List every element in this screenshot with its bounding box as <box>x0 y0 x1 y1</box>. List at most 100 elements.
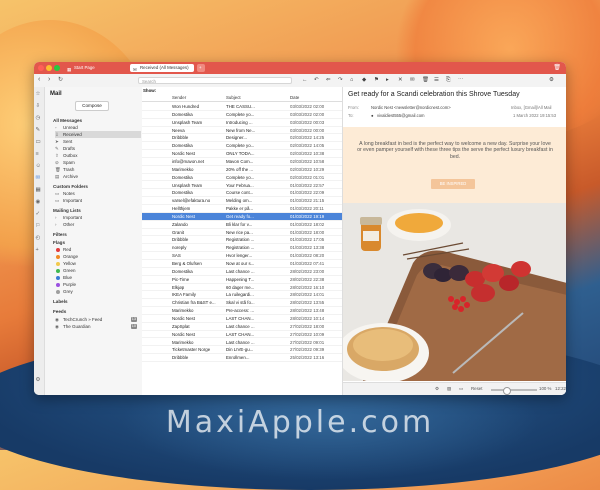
tiling-icon[interactable]: ▭ <box>459 386 463 392</box>
table-row[interactable]: Dribbble Registration ... 01/03/2022 17:05 <box>142 236 342 245</box>
flag-grey[interactable]: Grey <box>55 288 141 295</box>
options-icon[interactable]: ⋯ <box>458 77 464 83</box>
list-other[interactable]: › Other <box>55 221 141 228</box>
trash-icon[interactable]: 🗑 <box>422 77 429 83</box>
reply-all-icon[interactable]: ⇐ <box>326 77 331 83</box>
table-row[interactable]: Christian fra B&ST e... Skal vi stå fo...… <box>142 299 342 308</box>
folder-sent[interactable]: ➤ Sent <box>55 138 141 145</box>
tab-start-page[interactable]: ▦ Start Page <box>64 64 126 72</box>
zoom-window-button[interactable] <box>54 65 60 71</box>
feeds-panel-icon[interactable]: ◉ <box>36 199 41 205</box>
folder-unread[interactable]: ◦ Unread <box>55 124 141 131</box>
column-subject[interactable]: Subject <box>226 95 241 100</box>
show-filter-label[interactable]: Show: <box>143 88 156 93</box>
close-window-button[interactable] <box>38 65 44 71</box>
filters-heading[interactable]: Filters <box>53 232 67 237</box>
flag-green[interactable]: Green <box>55 267 141 274</box>
zoom-slider-handle[interactable] <box>503 386 511 395</box>
folder-archive[interactable]: ▤ Archive <box>55 173 141 180</box>
attachment-icon[interactable]: ⎘ <box>446 77 450 84</box>
table-row[interactable]: noreply Registration ... 01/03/2022 13:38 <box>142 244 342 253</box>
table-row[interactable]: Unsplash Team Your Februa... 01/03/2022 22… <box>142 182 342 190</box>
flag-blue[interactable]: Blue <box>55 274 141 281</box>
table-row[interactable]: Domestika Course cont... 01/03/2022 22:09 <box>142 189 342 198</box>
flag-yellow[interactable]: Yellow <box>55 260 141 267</box>
table-row[interactable]: Dribbble Enrollmen... 25/02/2022 13:16 <box>142 354 342 363</box>
table-row[interactable]: IKEA Family La ruilegardi... 28/02/2022 14… <box>142 291 342 300</box>
folder-outbox[interactable]: ⇧ Outbox <box>55 152 141 159</box>
folder-notes[interactable]: ▭ Notes <box>55 190 141 197</box>
table-row[interactable]: Domestika Last chance ... 28/02/2022 23:00 <box>142 268 342 276</box>
mark-read-icon[interactable]: ✉ <box>410 77 415 83</box>
folder-important[interactable]: ▭ Important <box>55 197 141 204</box>
flag-red[interactable]: Red <box>55 246 141 253</box>
table-row[interactable]: Unsplash Team Introducing ... 03/03/2022 0… <box>142 119 342 127</box>
table-row[interactable]: Dribbble Designer... 02/03/2022 14:25 <box>142 134 342 143</box>
mailing-lists-heading[interactable]: Mailing Lists <box>53 208 81 213</box>
to-address[interactable]: vivaldiest555@gmail.com <box>377 113 425 118</box>
flags-heading[interactable]: Flags <box>53 240 65 245</box>
search-input[interactable]: Search <box>138 77 292 84</box>
flag-icon[interactable]: ⚑ <box>374 77 379 83</box>
table-row[interactable]: Pic-Time Happening T... 28/02/2022 22:38 <box>142 276 342 284</box>
reading-icon[interactable]: ≡ <box>36 151 39 157</box>
forward-mail-icon[interactable]: ↷ <box>338 77 343 83</box>
mail-panel-icon[interactable]: ✉ <box>36 175 41 181</box>
clock-icon[interactable]: ◴ <box>36 235 41 241</box>
page-actions-icon[interactable]: ⚙ <box>435 386 439 392</box>
zoom-slider[interactable] <box>491 389 537 391</box>
get-mail-icon[interactable]: ← <box>302 77 308 83</box>
table-row[interactable]: Won Hundred THE CASSU... 03/03/2022 02:00 <box>142 103 342 111</box>
table-row[interactable]: Zalando Bli klar for v... 01/03/2022 18:02 <box>142 221 342 229</box>
folder-spam[interactable]: ⊘ Spam <box>55 159 141 166</box>
table-row[interactable]: Nordic Nest LAST CHAN... 27/02/2022 10:09 <box>142 331 342 339</box>
calendar-panel-icon[interactable]: ▦ <box>36 187 41 193</box>
folder-trash[interactable]: 🗑 Trash <box>55 166 141 173</box>
reload-icon[interactable]: ↻ <box>58 76 63 83</box>
translate-icon[interactable]: ⚐ <box>36 223 41 229</box>
table-row[interactable]: Domestika Complete yo... 02/03/2022 01:01 <box>142 174 342 182</box>
table-row[interactable]: Berg & Olufsen Now at our s... 01/03/2022 … <box>142 260 342 268</box>
notes-icon[interactable]: ✎ <box>36 127 41 133</box>
table-row[interactable]: Elkjøp 60 dager me... 28/02/2022 16:10 <box>142 284 342 292</box>
table-row[interactable]: Marimekko Pre-access: ... 28/02/2022 13:48 <box>142 307 342 315</box>
tab-received[interactable]: ✉ Received (All Messages) <box>130 64 194 72</box>
delete-icon[interactable]: ✕ <box>398 77 403 83</box>
column-sender[interactable]: Sender <box>172 95 186 100</box>
list-important[interactable]: › Important <box>55 214 141 221</box>
table-row[interactable]: Nordic Nest ONLY TODA... 02/03/2022 10:38 <box>142 150 342 158</box>
table-row[interactable]: Hellthjem Pakke er på... 01/03/2022 20:11 <box>142 205 342 213</box>
table-row[interactable]: ZapSplat Last chance ... 27/02/2022 18:00 <box>142 323 342 331</box>
bookmarks-icon[interactable]: ☆ <box>36 91 41 97</box>
table-row[interactable]: SAS Hvor lenger... 01/03/2022 08:20 <box>142 252 342 260</box>
table-row[interactable]: Nordic Nest Get ready fo... 01/03/2022 19:… <box>142 212 342 221</box>
new-tab-button[interactable]: + <box>197 64 205 72</box>
folder-received[interactable]: ⇩ Received <box>55 131 141 138</box>
label-icon[interactable]: ◆ <box>362 77 366 83</box>
contacts-icon[interactable]: ☺ <box>36 163 42 169</box>
history-icon[interactable]: ◷ <box>36 115 41 121</box>
image-icon[interactable]: ▨ <box>447 386 451 392</box>
table-row[interactable]: Neeva New from Ne... 03/03/2022 00:00 <box>142 127 342 135</box>
move-icon[interactable]: ▸ <box>386 77 389 83</box>
from-address[interactable]: Nordic Nest <newsletter@nordicnest.com> <box>371 105 451 110</box>
download-icon[interactable]: ⇩ <box>36 103 41 109</box>
all-messages-heading[interactable]: All Messages <box>53 118 82 123</box>
custom-folders-heading[interactable]: Custom Folders <box>53 184 88 189</box>
table-row[interactable]: Granit New rice pa... 01/03/2022 18:00 <box>142 229 342 237</box>
be-inspired-button[interactable]: BE INSPIRED <box>431 179 475 189</box>
table-row[interactable]: Domestika Complete yo... 03/03/2022 02:00 <box>142 111 342 119</box>
table-row[interactable]: varsel@efaktura.no Melding om... 01/03/202… <box>142 197 342 206</box>
table-row[interactable]: Domestika Complete yo... 02/03/2022 14:05 <box>142 142 342 151</box>
panel-settings-icon[interactable]: ⚙ <box>36 377 41 383</box>
flag-purple[interactable]: Purple <box>55 281 141 288</box>
table-row[interactable]: Ticketmaster Norge Din LIVE-gu... 27/02/20… <box>142 346 342 355</box>
archive-icon[interactable]: ⌂ <box>350 77 353 83</box>
table-row[interactable]: Marimekko 20% off the ... 02/03/2022 10:29 <box>142 166 342 174</box>
reset-label[interactable]: Reset <box>471 386 482 391</box>
table-row[interactable]: Nordic Nest LAST CHAN... 28/02/2022 10:14 <box>142 315 342 323</box>
forward-icon[interactable]: › <box>48 76 50 83</box>
table-row[interactable]: info@mavon.net Mavon Com... 02/03/2022 10:… <box>142 158 342 166</box>
feed-techcrunch[interactable]: ◉ TechCrunch » Feed 13 <box>55 316 141 323</box>
add-panel-icon[interactable]: + <box>36 247 39 253</box>
